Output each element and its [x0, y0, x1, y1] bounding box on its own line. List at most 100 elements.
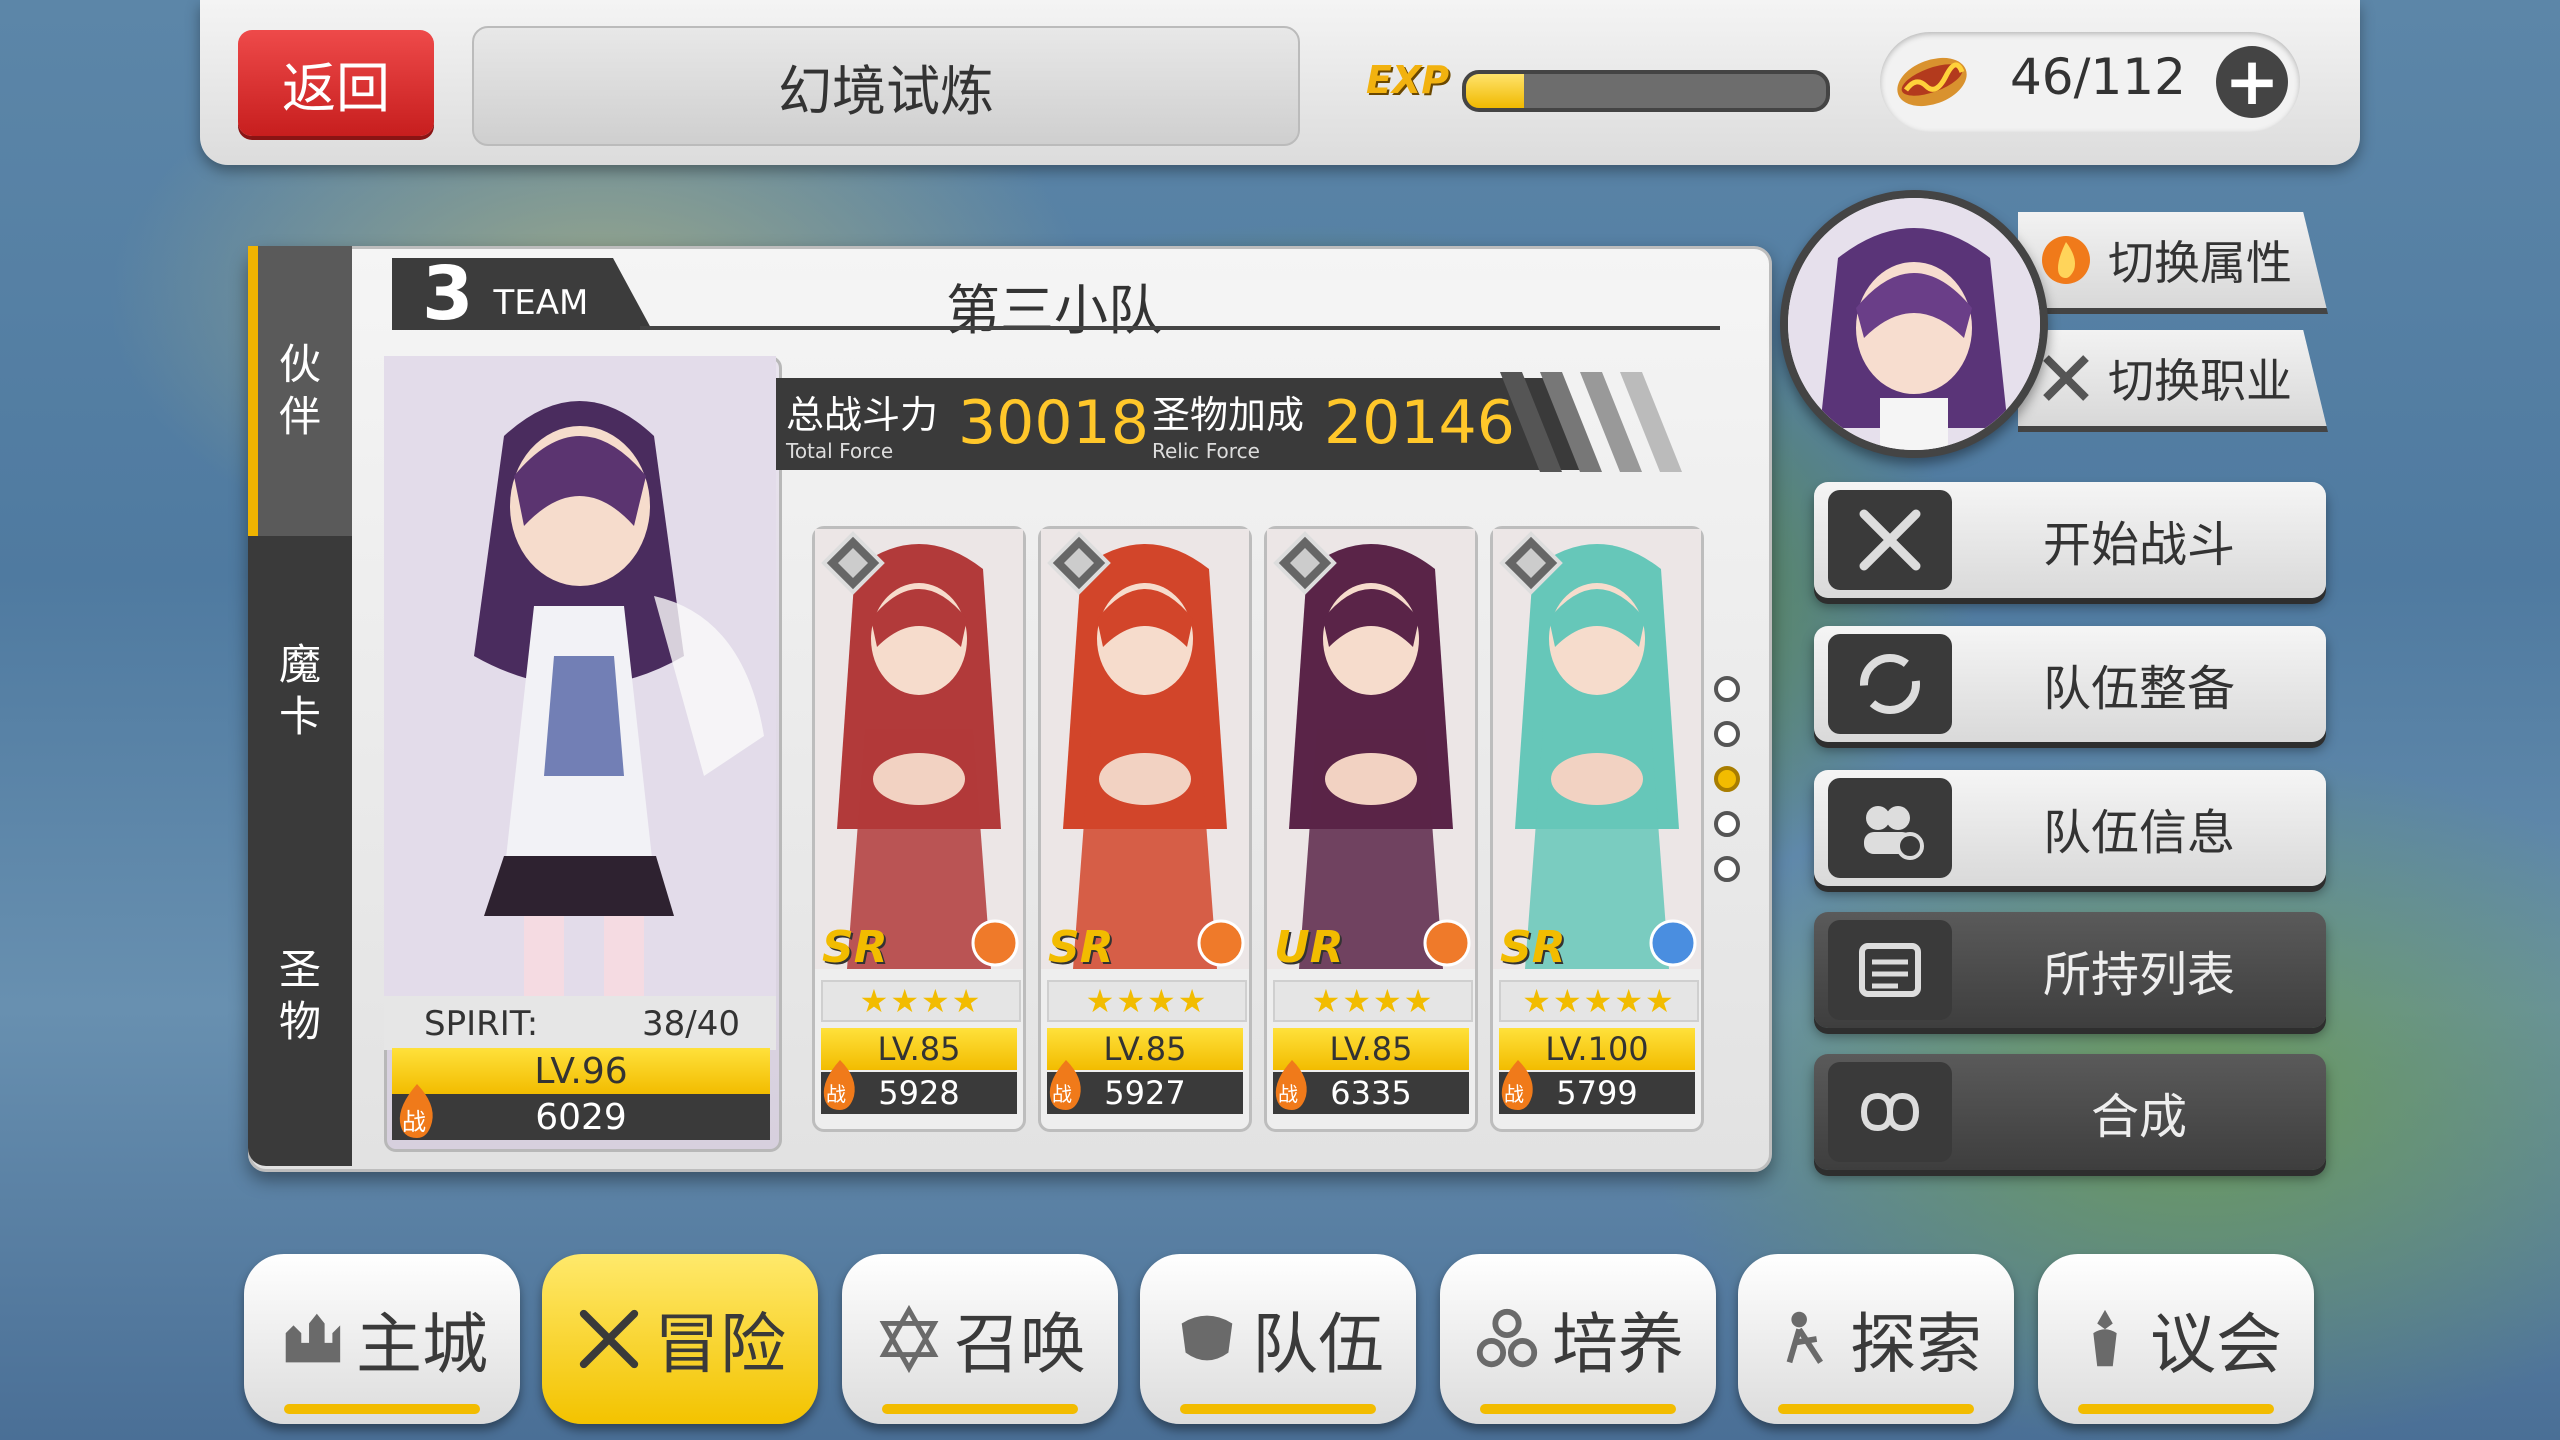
battle-glyph: 战 [402, 1108, 426, 1136]
action-button-1[interactable]: 队伍整备 [1814, 626, 2326, 742]
leader-avatar[interactable] [1780, 190, 2048, 458]
nav-1[interactable]: 冒险 [542, 1254, 818, 1424]
switch-attribute-button[interactable]: 切换属性 [2018, 212, 2328, 314]
nav-label: 冒险 [654, 1306, 786, 1383]
battle-fire-icon: 战 [1044, 1056, 1088, 1112]
nav-5[interactable]: 探索 [1738, 1254, 2014, 1424]
action-label: 队伍信息 [2042, 805, 2235, 861]
total-force-label: 总战斗力 [786, 393, 939, 437]
element-diamond-icon [821, 531, 885, 595]
battle-glyph: 战 [1278, 1082, 1298, 1106]
action-button-3[interactable]: 所持列表 [1814, 912, 2326, 1028]
battle-fire-icon: 战 [1270, 1056, 1314, 1112]
stamina-count: 46/112 [2010, 48, 2186, 106]
team-number: 3 [422, 251, 474, 337]
page-dot[interactable] [1714, 676, 1740, 702]
class-icon [971, 919, 1019, 967]
total-force: 总战斗力 Total Force [786, 384, 938, 463]
switch-class-label: 切换职业 [2108, 354, 2292, 408]
star-rating: ★★★★ [821, 980, 1021, 1022]
page-dot-active[interactable] [1714, 766, 1740, 792]
page-dot[interactable] [1714, 721, 1740, 747]
team-number-banner: 3 TEAM [392, 258, 652, 330]
nav-2[interactable]: 召唤 [842, 1254, 1118, 1424]
member-power-value: 5927 [1104, 1074, 1186, 1112]
back-button[interactable]: 返回 [238, 30, 434, 136]
rarity-badge: SR [1500, 922, 1566, 973]
action-label: 合成 [2090, 1089, 2187, 1145]
class-icon [1197, 919, 1245, 967]
hexagram-icon [879, 1304, 939, 1374]
team-word: TEAM [493, 283, 589, 323]
team-mask-icon [1181, 1315, 1233, 1361]
leader-level: LV.96 [392, 1048, 770, 1094]
team-name: 第三小队 [946, 279, 1162, 342]
hotdog-icon [1897, 57, 1967, 107]
nav-0[interactable]: 主城 [244, 1254, 520, 1424]
star-rating: ★★★★ [1273, 980, 1473, 1022]
relic-force-sub: Relic Force [1152, 439, 1260, 463]
action-button-4[interactable]: 合成 [1814, 1054, 2326, 1170]
page-dots [1714, 676, 1748, 901]
nav-underline [284, 1404, 480, 1414]
add-stamina-button[interactable]: + [2216, 46, 2288, 118]
growth-icon [1476, 1308, 1538, 1368]
tab-magic-cards[interactable]: 魔 卡 [248, 536, 352, 846]
battle-fire-icon: 战 [392, 1080, 442, 1140]
action-label: 开始战斗 [2042, 517, 2235, 573]
tab-magic-cards-label: 魔 卡 [278, 640, 321, 741]
crossed-swords-icon [1828, 490, 1952, 590]
nav-underline [1180, 1404, 1376, 1414]
page-title: 幻境试炼 [472, 26, 1300, 146]
spirit-row: SPIRIT: 38/40 [384, 996, 776, 1050]
page-dot[interactable] [1714, 811, 1740, 837]
member-power-value: 5799 [1556, 1074, 1638, 1112]
exp-bar-fill [1466, 74, 1524, 108]
star-rating: ★★★★★ [1499, 980, 1699, 1022]
member-power-value: 6335 [1330, 1074, 1412, 1112]
plus-icon: + [2224, 43, 2280, 120]
rarity-badge: SR [822, 922, 888, 973]
refresh-icon [1828, 634, 1952, 734]
switch-attribute-label: 切换属性 [2108, 236, 2292, 290]
class-swords-icon [2043, 355, 2089, 401]
rarity-badge: SR [1048, 922, 1114, 973]
battle-glyph: 战 [1052, 1082, 1072, 1106]
nav-4[interactable]: 培养 [1440, 1254, 1716, 1424]
rarity-badge: UR [1274, 922, 1344, 973]
tab-partners[interactable]: 伙 伴 [248, 246, 352, 536]
nav-label: 培养 [1552, 1306, 1684, 1383]
class-icon [1423, 919, 1471, 967]
element-diamond-icon [1273, 531, 1337, 595]
nav-label: 议会 [2150, 1306, 2282, 1383]
explore-icon [1786, 1311, 1824, 1364]
nav-6[interactable]: 议会 [2038, 1254, 2314, 1424]
exp-label: EXP [1366, 58, 1450, 102]
nav-3[interactable]: 队伍 [1140, 1254, 1416, 1424]
nav-underline [1480, 1404, 1676, 1414]
relic-force-label: 圣物加成 [1152, 393, 1305, 437]
nav-label: 队伍 [1252, 1306, 1384, 1383]
star-rating: ★★★★ [1047, 980, 1247, 1022]
class-icon [1649, 919, 1697, 967]
battle-fire-icon: 战 [818, 1056, 862, 1112]
crossed-swords-icon [579, 1309, 639, 1369]
tab-relics[interactable]: 圣 物 [248, 846, 352, 1146]
battle-fire-icon: 战 [1496, 1056, 1540, 1112]
nav-underline [2078, 1404, 2274, 1414]
nav-underline [1778, 1404, 1974, 1414]
action-button-2[interactable]: 队伍信息 [1814, 770, 2326, 886]
leader-power-value: 6029 [535, 1096, 627, 1138]
spirit-label: SPIRIT: [424, 1004, 539, 1044]
switch-class-button[interactable]: 切换职业 [2018, 330, 2328, 432]
nav-label: 主城 [356, 1306, 488, 1383]
battle-glyph: 战 [826, 1082, 846, 1106]
avatar-portrait [1788, 198, 2040, 450]
page-dot[interactable] [1714, 856, 1740, 882]
member-power-value: 5928 [878, 1074, 960, 1112]
relic-force-value: 20146 [1324, 388, 1515, 458]
action-button-0[interactable]: 开始战斗 [1814, 482, 2326, 598]
tab-relics-label: 圣 物 [278, 945, 321, 1046]
team-info-icon [1828, 778, 1952, 878]
leader-power: 6029 [392, 1094, 770, 1140]
